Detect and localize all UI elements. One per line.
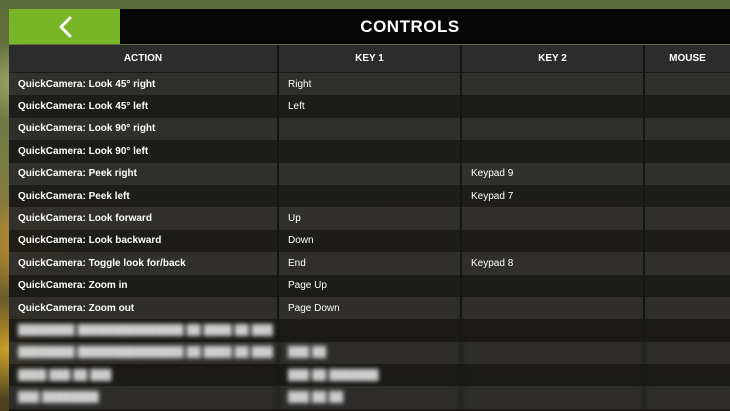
cell-mouse[interactable] (645, 275, 730, 297)
table-row[interactable]: QuickCamera: Look 45° right Right (9, 73, 730, 96)
table-row[interactable]: QuickCamera: Peek right Keypad 9 (9, 162, 730, 185)
cell-key1[interactable] (279, 162, 462, 185)
cell-mouse[interactable] (645, 163, 730, 185)
cell-key2[interactable] (462, 386, 645, 409)
cell-action: QuickCamera: Look 45° right (9, 73, 279, 96)
cell-key2[interactable]: Keypad 7 (462, 184, 645, 208)
controls-table: ACTION KEY 1 KEY 2 MOUSE QuickCamera: Lo… (9, 45, 730, 411)
cell-mouse[interactable] (645, 185, 730, 207)
table-row[interactable]: QuickCamera: Toggle look for/back End Keyp… (9, 252, 730, 275)
table-row[interactable]: QuickCamera: Zoom in Page Up (9, 274, 730, 297)
cell-key2[interactable] (462, 296, 645, 320)
back-button[interactable] (9, 9, 120, 44)
column-header-key1[interactable]: KEY 1 (279, 45, 462, 72)
cell-key1[interactable] (279, 184, 462, 208)
cell-key1[interactable]: Page Up (279, 274, 462, 297)
cell-key2[interactable] (462, 73, 645, 96)
cell-action: ████████ ███████████████ ██ ████ ██ ███ (9, 319, 279, 342)
column-header-action[interactable]: ACTION (9, 45, 279, 72)
table-row-blurred[interactable]: ████████ ███████████████ ██ ████ ██ ███ (9, 319, 730, 342)
cell-key1[interactable] (279, 319, 462, 342)
cell-key2[interactable] (462, 95, 645, 118)
column-header-key2[interactable]: KEY 2 (462, 45, 645, 72)
cell-mouse[interactable] (645, 386, 730, 408)
cell-key1[interactable] (279, 117, 462, 141)
cell-key1[interactable]: ███ ██ (279, 341, 462, 365)
cell-key1[interactable]: End (279, 252, 462, 275)
table-header: ACTION KEY 1 KEY 2 MOUSE (9, 45, 730, 73)
cell-key2[interactable] (462, 229, 645, 253)
table-row[interactable]: QuickCamera: Look forward Up (9, 207, 730, 230)
cell-action: ████████ ███████████████ ██ ████ ██ ███ (9, 341, 279, 365)
table-row[interactable]: QuickCamera: Look 90° right (9, 117, 730, 141)
cell-mouse[interactable] (645, 118, 730, 140)
cell-key1[interactable]: ███ ██ ██ (279, 386, 462, 409)
cell-key2[interactable] (462, 319, 645, 342)
column-header-mouse[interactable]: MOUSE (645, 45, 730, 72)
cell-action: QuickCamera: Look backward (9, 229, 279, 253)
table-row[interactable]: QuickCamera: Look 90° left (9, 140, 730, 163)
cell-key2[interactable] (462, 207, 645, 230)
cell-mouse[interactable] (645, 319, 730, 341)
cell-mouse[interactable] (645, 252, 730, 274)
cell-mouse[interactable] (645, 95, 730, 117)
cell-action: QuickCamera: Toggle look for/back (9, 252, 279, 275)
table-row-blurred[interactable]: ████████ ███████████████ ██ ████ ██ ███ █… (9, 341, 730, 365)
cell-mouse[interactable] (645, 73, 730, 95)
cell-action: QuickCamera: Zoom in (9, 274, 279, 297)
cell-key2[interactable] (462, 140, 645, 163)
cell-mouse[interactable] (645, 230, 730, 252)
cell-action: QuickCamera: Look 45° left (9, 95, 279, 118)
table-row[interactable]: QuickCamera: Look 45° left Left (9, 95, 730, 118)
cell-mouse[interactable] (645, 207, 730, 229)
cell-key2[interactable]: Keypad 8 (462, 252, 645, 275)
cell-key1[interactable]: Left (279, 95, 462, 118)
cell-key2[interactable] (462, 117, 645, 141)
table-body: QuickCamera: Look 45° right Right QuickCam… (9, 73, 730, 409)
cell-action: QuickCamera: Look forward (9, 207, 279, 230)
cell-mouse[interactable] (645, 342, 730, 364)
cell-action: QuickCamera: Look 90° right (9, 117, 279, 141)
cell-mouse[interactable] (645, 140, 730, 162)
cell-action: QuickCamera: Peek right (9, 162, 279, 185)
cell-key2[interactable]: Keypad 9 (462, 162, 645, 185)
cell-action: QuickCamera: Peek left (9, 184, 279, 208)
table-row-blurred[interactable]: ████ ███ ██ ███ ███ ██ ███████ (9, 364, 730, 387)
cell-key1[interactable] (279, 140, 462, 163)
table-row-blurred[interactable]: ███ ████████ ███ ██ ██ (9, 386, 730, 409)
cell-key1[interactable]: Down (279, 229, 462, 253)
header-bar: CONTROLS (9, 9, 730, 44)
cell-key1[interactable]: Up (279, 207, 462, 230)
cell-action: ███ ████████ (9, 386, 279, 409)
cell-action: QuickCamera: Look 90° left (9, 140, 279, 163)
cell-key2[interactable] (462, 341, 645, 365)
cell-mouse[interactable] (645, 364, 730, 386)
cell-action: QuickCamera: Zoom out (9, 296, 279, 320)
cell-key2[interactable] (462, 364, 645, 387)
cell-key2[interactable] (462, 274, 645, 297)
page-title: CONTROLS (360, 16, 460, 36)
cell-key1[interactable]: ███ ██ ███████ (279, 364, 462, 387)
cell-key1[interactable]: Page Down (279, 296, 462, 320)
table-row[interactable]: QuickCamera: Peek left Keypad 7 (9, 184, 730, 208)
cell-mouse[interactable] (645, 297, 730, 319)
table-row[interactable]: QuickCamera: Look backward Down (9, 229, 730, 253)
cell-action: ████ ███ ██ ███ (9, 364, 279, 387)
cell-key1[interactable]: Right (279, 73, 462, 96)
chevron-left-icon (58, 16, 72, 38)
table-row[interactable]: QuickCamera: Zoom out Page Down (9, 296, 730, 320)
